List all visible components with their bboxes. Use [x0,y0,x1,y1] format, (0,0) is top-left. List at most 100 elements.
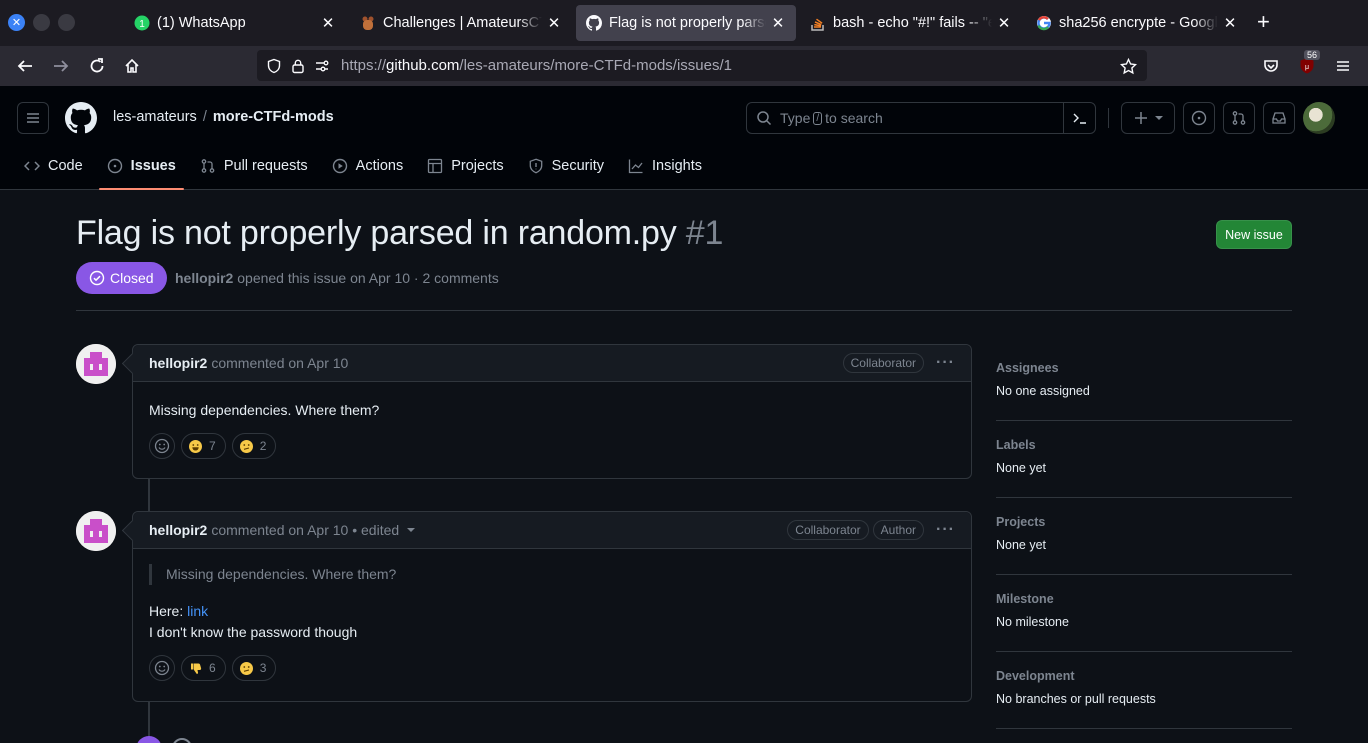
browser-tab-google[interactable]: sha256 encrypte - Google ✕ [1026,5,1248,41]
breadcrumb-separator: / [202,109,207,125]
browser-tab-ctf[interactable]: Challenges | AmateursCTF ✕ [350,5,572,41]
close-icon[interactable]: ✕ [770,14,786,32]
plus-icon [1133,110,1149,126]
close-icon[interactable]: ✕ [546,14,562,32]
reaction-count: 6 [209,661,216,675]
repo-owner-link[interactable]: les-amateurs [113,109,197,125]
url-text[interactable]: https://github.com/les-amateurs/more-CTF… [341,57,732,74]
command-palette-icon[interactable] [1063,103,1095,133]
timeline-line [148,478,150,511]
comment-author-link[interactable]: hellopir2 [149,522,207,538]
address-bar[interactable]: https://github.com/les-amateurs/more-CTF… [257,50,1147,81]
extension-badge: 56 [1304,50,1321,60]
comment-body: Missing dependencies. Where them? [149,402,380,418]
tab-issues[interactable]: Issues [98,150,184,190]
smile-emoji-icon [189,439,202,453]
issue-title-text: Flag is not properly parsed in random.py [76,214,677,252]
play-icon [332,158,348,174]
forward-arrow-icon[interactable] [50,55,72,77]
browser-tab-whatsapp[interactable]: 1 (1) WhatsApp ✕ [124,5,346,41]
browser-tab-stackoverflow[interactable]: bash - echo "#!" fails -- "e ✕ [800,5,1022,41]
window-maximize-icon[interactable] [58,14,75,31]
avatar[interactable] [76,511,116,551]
pull-request-icon [200,158,216,174]
lock-icon[interactable] [287,55,309,77]
shield-icon[interactable] [263,55,285,77]
tab-insights-label: Insights [652,158,702,174]
comment-line: I don't know the password though [149,624,358,640]
issue-author-link[interactable]: hellopir2 [175,270,233,286]
tab-projects[interactable]: Projects [419,150,511,182]
reaction-confused[interactable]: 3 [231,655,277,681]
back-arrow-icon[interactable] [14,55,36,77]
avatar[interactable] [76,344,116,384]
browser-tab-github[interactable]: Flag is not properly parsed ✕ [576,5,796,41]
thumbs-down-emoji-icon [189,662,202,675]
more-options-icon[interactable]: ··· [936,354,955,372]
more-options-icon[interactable]: ··· [936,521,955,539]
edit-history-chevron-down-icon[interactable] [407,526,416,534]
close-icon[interactable]: ✕ [1222,14,1238,32]
user-avatar[interactable] [1303,102,1335,134]
github-logo-icon[interactable] [65,102,98,137]
pull-requests-shortcut-icon[interactable] [1223,102,1255,134]
tab-security[interactable]: Security [520,150,612,182]
comment-author-link[interactable]: hellopir2 [149,355,207,371]
url-host: github.com [386,57,460,74]
add-reaction-icon[interactable] [149,433,175,459]
add-reaction-icon[interactable] [149,655,175,681]
issue-meta: hellopir2 opened this issue on Apr 10 · … [175,270,499,286]
window-minimize-icon[interactable] [33,14,50,31]
sidebar-value: None yet [996,461,1047,475]
tab-code[interactable]: Code [16,150,91,182]
comment-timestamp[interactable]: commented on Apr 10 • edited [211,522,399,538]
sidebar-labels[interactable]: Labels None yet [996,421,1292,498]
google-icon [1036,15,1052,31]
issues-shortcut-icon[interactable] [1183,102,1215,134]
inbox-icon[interactable] [1263,102,1295,134]
create-new-button[interactable] [1121,102,1175,134]
sidebar-heading: Milestone [996,592,1054,606]
reload-icon[interactable] [86,55,108,77]
new-issue-button[interactable]: New issue [1216,220,1292,249]
comment-link[interactable]: link [187,603,208,619]
tab-actions[interactable]: Actions [324,150,412,182]
new-tab-icon[interactable]: + [1257,11,1270,33]
reaction-thumbs-down[interactable]: 6 [181,655,226,681]
search-input[interactable]: Type / to search [746,102,1096,134]
close-icon[interactable]: ✕ [320,14,336,32]
svg-text:1: 1 [139,19,145,30]
tab-pull-requests-label: Pull requests [223,158,308,174]
close-icon[interactable]: ✕ [996,14,1012,32]
home-icon[interactable] [121,55,143,77]
window-close-icon[interactable]: ✕ [8,14,25,31]
browser-tab-bar: ✕ 1 (1) WhatsApp ✕ Challenges | Amateurs… [0,0,1368,46]
tab-title: Flag is not properly parsed [609,15,766,31]
sidebar-value: No branches or pull requests [996,692,1156,706]
sidebar-milestone[interactable]: Milestone No milestone [996,575,1292,652]
repo-nav: Code Issues Pull requests Actions Projec… [16,150,718,190]
closed-check-icon [89,270,105,286]
menu-icon[interactable] [1332,55,1354,77]
reaction-smile[interactable]: 7 [181,433,226,459]
tab-title: Challenges | AmateursCTF [383,15,542,31]
collaborator-label: Collaborator [842,353,925,373]
timeline-event-icon [172,738,192,743]
tab-projects-label: Projects [451,158,504,174]
sidebar-development[interactable]: Development No branches or pull requests [996,652,1292,729]
hamburger-menu-icon[interactable] [17,102,49,134]
tab-insights[interactable]: Insights [620,150,710,182]
sidebar-assignees[interactable]: Assignees No one assigned [996,344,1292,421]
permissions-icon[interactable] [311,55,333,77]
pocket-icon[interactable] [1260,55,1282,77]
tab-pull-requests[interactable]: Pull requests [192,150,316,182]
bookmark-star-icon[interactable] [1117,55,1139,77]
reaction-confused[interactable]: 2 [231,433,277,459]
sidebar-value: No one assigned [996,384,1090,398]
sidebar-projects[interactable]: Projects None yet [996,498,1292,575]
browser-nav-bar: https://github.com/les-amateurs/more-CTF… [0,46,1368,86]
comment: hellopir2 commented on Apr 10 • edited C… [132,511,972,702]
repo-name-link[interactable]: more-CTFd-mods [213,109,334,125]
header-divider [1108,108,1109,128]
comment-timestamp[interactable]: commented on Apr 10 [211,355,348,371]
